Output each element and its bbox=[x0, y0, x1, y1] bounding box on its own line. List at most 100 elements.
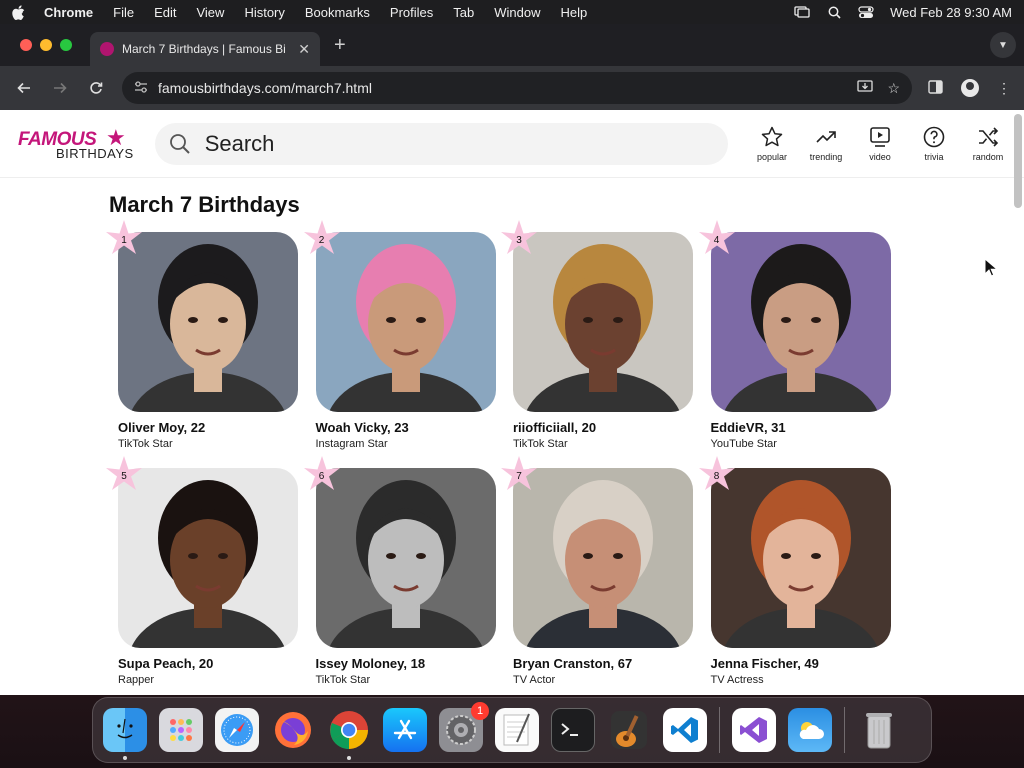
screen-mirroring-icon[interactable] bbox=[794, 5, 810, 19]
nav-popular-label: popular bbox=[756, 152, 788, 162]
trending-icon bbox=[816, 131, 836, 143]
terminal-icon[interactable] bbox=[551, 708, 595, 752]
celebrity-card[interactable]: 5 Supa Peach, 20 Rapper bbox=[106, 456, 298, 686]
celebrity-name[interactable]: Woah Vicky, 23 bbox=[316, 420, 496, 435]
minimize-window-button[interactable] bbox=[40, 39, 52, 51]
rank-star-badge: 6 bbox=[300, 454, 344, 498]
site-nav: popular trending video trivia random bbox=[754, 125, 1006, 162]
site-search-input[interactable]: Search bbox=[154, 122, 728, 165]
dock-separator bbox=[719, 707, 720, 753]
celebrity-card[interactable]: 3 riiofficiiall, 20 TikTok Star bbox=[501, 220, 693, 450]
nav-trivia-label: trivia bbox=[924, 152, 944, 162]
menu-window[interactable]: Window bbox=[494, 5, 540, 20]
celebrity-card[interactable]: 4 EddieVR, 31 YouTube Star bbox=[698, 220, 891, 450]
address-bar[interactable]: famousbirthdays.com/march7.html ☆ bbox=[122, 72, 912, 104]
celebrity-occupation: TV Actress bbox=[710, 674, 764, 686]
back-button[interactable] bbox=[10, 74, 38, 102]
visual-studio-icon[interactable] bbox=[732, 708, 776, 752]
celebrity-name[interactable]: Jenna Fischer, 49 bbox=[711, 656, 891, 671]
chrome-icon[interactable] bbox=[327, 708, 371, 760]
maximize-window-button[interactable] bbox=[60, 39, 72, 51]
celebrity-name[interactable]: riiofficiiall, 20 bbox=[513, 420, 693, 435]
nav-popular[interactable]: popular bbox=[754, 125, 790, 162]
celebrity-card[interactable]: 7 Bryan Cranston, 67 TV Actor bbox=[501, 456, 693, 686]
browser-toolbar: famousbirthdays.com/march7.html ☆ ⋮ bbox=[0, 66, 1024, 110]
profile-avatar-icon[interactable] bbox=[961, 79, 979, 97]
celebrity-card[interactable]: 2 Woah Vicky, 23 Instagram Star bbox=[303, 220, 496, 450]
apple-icon[interactable] bbox=[12, 4, 26, 20]
control-center-icon[interactable] bbox=[858, 5, 874, 19]
firefox-icon[interactable] bbox=[271, 708, 315, 752]
browser-tab-active[interactable]: March 7 Birthdays | Famous Bi ✕ bbox=[90, 32, 320, 66]
celebrity-name[interactable]: Oliver Moy, 22 bbox=[118, 420, 298, 435]
vscode-icon[interactable] bbox=[663, 708, 707, 752]
celebrity-occupation: TikTok Star bbox=[315, 674, 371, 686]
launchpad-icon[interactable] bbox=[159, 708, 203, 752]
menu-bookmarks[interactable]: Bookmarks bbox=[305, 5, 370, 20]
rank-star-badge: 1 bbox=[102, 218, 146, 262]
side-panel-icon[interactable] bbox=[928, 79, 943, 97]
garageband-icon[interactable] bbox=[607, 708, 651, 752]
nav-video-label: video bbox=[869, 152, 891, 162]
menu-profiles[interactable]: Profiles bbox=[390, 5, 433, 20]
celebrity-card[interactable]: 8 Jenna Fischer, 49 TV Actress bbox=[698, 456, 891, 686]
nav-trivia[interactable]: trivia bbox=[916, 125, 952, 162]
safari-icon[interactable] bbox=[215, 708, 259, 752]
celebrity-name[interactable]: EddieVR, 31 bbox=[711, 420, 891, 435]
celebrity-name[interactable]: Issey Moloney, 18 bbox=[316, 656, 496, 671]
rank-star-badge: 3 bbox=[497, 218, 541, 262]
menu-tab[interactable]: Tab bbox=[453, 5, 474, 20]
browser-tab-strip: March 7 Birthdays | Famous Bi ✕ + ▼ bbox=[0, 24, 1024, 66]
page-scrollbar[interactable] bbox=[1014, 114, 1022, 208]
rank-star-badge: 8 bbox=[695, 454, 739, 498]
nav-random[interactable]: random bbox=[970, 125, 1006, 162]
menu-edit[interactable]: Edit bbox=[154, 5, 176, 20]
forward-button[interactable] bbox=[46, 74, 74, 102]
rank-star-badge: 4 bbox=[695, 218, 739, 262]
nav-video[interactable]: video bbox=[862, 125, 898, 162]
site-info-icon[interactable] bbox=[134, 80, 148, 96]
install-app-icon[interactable] bbox=[857, 79, 874, 97]
celebrity-card[interactable]: 6 Issey Moloney, 18 TikTok Star bbox=[303, 456, 496, 686]
celebrity-name[interactable]: Bryan Cranston, 67 bbox=[513, 656, 693, 671]
app-store-icon[interactable] bbox=[383, 708, 427, 752]
trash-icon[interactable] bbox=[857, 708, 901, 752]
tab-close-icon[interactable]: ✕ bbox=[298, 41, 310, 58]
rank-number: 4 bbox=[713, 234, 720, 246]
spotlight-search-icon[interactable] bbox=[826, 5, 842, 19]
menu-view[interactable]: View bbox=[196, 5, 224, 20]
menubar-clock[interactable]: Wed Feb 28 9:30 AM bbox=[890, 5, 1012, 20]
weather-icon[interactable] bbox=[788, 708, 832, 752]
main-content: March 7 Birthdays 1 Oliver Moy, 22 TikTo… bbox=[0, 178, 1024, 686]
search-placeholder: Search bbox=[204, 130, 275, 156]
nav-trending-label: trending bbox=[809, 152, 843, 162]
url-text[interactable]: famousbirthdays.com/march7.html bbox=[158, 80, 843, 96]
system-settings-icon[interactable]: 1 bbox=[439, 702, 489, 752]
rank-number: 1 bbox=[121, 234, 127, 246]
textedit-icon[interactable] bbox=[495, 708, 539, 752]
menu-app-name[interactable]: Chrome bbox=[44, 5, 93, 20]
finder-icon[interactable] bbox=[103, 708, 147, 760]
famous-birthdays-logo[interactable]: FAMOUS ★ BIRTHDAYS bbox=[18, 125, 133, 161]
tab-title: March 7 Birthdays | Famous Bi bbox=[122, 42, 286, 56]
menu-history[interactable]: History bbox=[244, 5, 284, 20]
menu-file[interactable]: File bbox=[113, 5, 134, 20]
rank-number: 6 bbox=[318, 470, 325, 482]
bookmark-star-icon[interactable]: ☆ bbox=[887, 80, 900, 97]
site-favicon-icon bbox=[100, 42, 114, 56]
celebrity-occupation: Rapper bbox=[118, 674, 155, 686]
macos-dock: 1 bbox=[92, 697, 932, 763]
mouse-cursor-icon bbox=[984, 258, 998, 277]
reload-button[interactable] bbox=[82, 74, 110, 102]
rank-number: 2 bbox=[318, 234, 325, 246]
celebrity-name[interactable]: Supa Peach, 20 bbox=[118, 656, 298, 671]
video-icon bbox=[870, 127, 890, 147]
celebrity-card[interactable]: 1 Oliver Moy, 22 TikTok Star bbox=[106, 220, 298, 450]
tab-search-button[interactable]: ▼ bbox=[990, 32, 1016, 58]
browser-menu-icon[interactable]: ⋮ bbox=[997, 80, 1011, 97]
new-tab-button[interactable]: + bbox=[334, 34, 346, 57]
menu-help[interactable]: Help bbox=[561, 5, 588, 20]
close-window-button[interactable] bbox=[20, 39, 32, 51]
nav-trending[interactable]: trending bbox=[808, 125, 844, 162]
rank-number: 8 bbox=[713, 470, 720, 482]
